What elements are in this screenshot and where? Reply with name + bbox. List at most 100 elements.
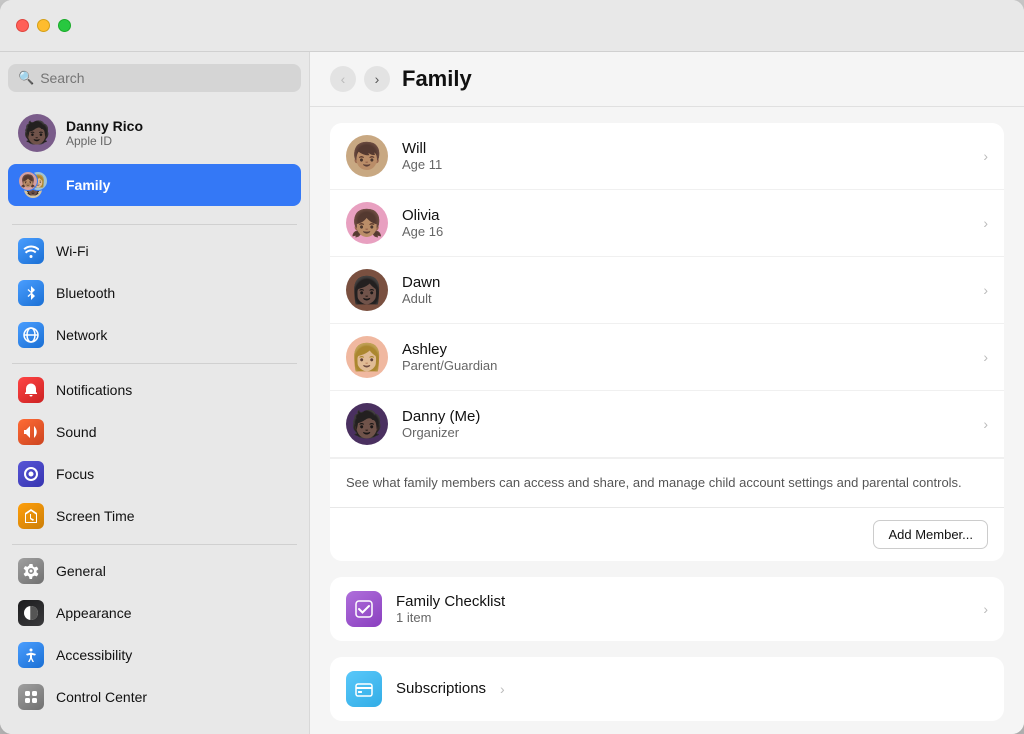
checklist-name: Family Checklist	[396, 593, 969, 610]
accessibility-icon	[18, 642, 44, 668]
member-row-olivia[interactable]: 👧🏽 Olivia Age 16 ›	[330, 190, 1004, 257]
avatar-ashley: 👩🏼	[346, 336, 388, 378]
traffic-lights	[16, 19, 71, 32]
member-info-ashley: Ashley Parent/Guardian	[402, 341, 969, 373]
checklist-card: Family Checklist 1 item ›	[330, 577, 1004, 641]
sidebar-item-label: Screen Time	[56, 508, 135, 524]
user-profile-item[interactable]: 🧑🏿 Danny Rico Apple ID	[8, 106, 301, 160]
screentime-icon	[18, 503, 44, 529]
chevron-icon: ›	[983, 349, 988, 365]
sidebar-item-family[interactable]: 👧🏽 👩🏼 🧑🏿 Family	[8, 164, 301, 206]
focus-icon	[18, 461, 44, 487]
avatar-will: 👦🏽	[346, 135, 388, 177]
subscriptions-icon	[346, 671, 382, 707]
notifications-icon	[18, 377, 44, 403]
sidebar-item-wifi[interactable]: Wi-Fi	[8, 231, 301, 271]
member-role-dawn: Adult	[402, 291, 969, 306]
member-info-dawn: Dawn Adult	[402, 274, 969, 306]
divider-3	[12, 544, 297, 545]
sidebar-item-label: Wi-Fi	[56, 243, 89, 259]
sidebar-item-label: General	[56, 563, 106, 579]
checklist-info: Family Checklist 1 item	[396, 593, 969, 625]
member-row-ashley[interactable]: 👩🏼 Ashley Parent/Guardian ›	[330, 324, 1004, 391]
member-row-will[interactable]: 👦🏽 Will Age 11 ›	[330, 123, 1004, 190]
network-icon	[18, 322, 44, 348]
family-description: See what family members can access and s…	[330, 458, 1004, 507]
sidebar-item-screentime[interactable]: Screen Time	[8, 496, 301, 536]
add-member-row: Add Member...	[330, 507, 1004, 561]
sidebar-item-appearance[interactable]: Appearance	[8, 593, 301, 633]
user-info: Danny Rico Apple ID	[66, 118, 143, 148]
chevron-icon: ›	[983, 416, 988, 432]
member-role-olivia: Age 16	[402, 224, 969, 239]
subscriptions-row[interactable]: Subscriptions ›	[330, 657, 1004, 721]
avatar-danny: 🧑🏿	[346, 403, 388, 445]
member-name-dawn: Dawn	[402, 274, 969, 291]
avatar-emoji: 🧑🏿	[23, 120, 50, 146]
chevron-icon: ›	[983, 148, 988, 164]
member-row-danny[interactable]: 🧑🏿 Danny (Me) Organizer ›	[330, 391, 1004, 458]
family-label: Family	[66, 177, 110, 193]
chevron-icon: ›	[983, 601, 988, 617]
subscriptions-name: Subscriptions	[396, 680, 486, 697]
checklist-icon	[346, 591, 382, 627]
member-role-ashley: Parent/Guardian	[402, 358, 969, 373]
sidebar-item-label: Focus	[56, 466, 94, 482]
member-info-will: Will Age 11	[402, 140, 969, 172]
sidebar-item-label: Network	[56, 327, 107, 343]
member-row-dawn[interactable]: 👩🏿 Dawn Adult ›	[330, 257, 1004, 324]
sidebar-item-sound[interactable]: Sound	[8, 412, 301, 452]
avatar-olivia: 👧🏽	[346, 202, 388, 244]
sidebar-item-label: Notifications	[56, 382, 132, 398]
search-bar[interactable]: 🔍	[8, 64, 301, 92]
sidebar-item-network[interactable]: Network	[8, 315, 301, 355]
member-info-danny: Danny (Me) Organizer	[402, 408, 969, 440]
chevron-icon: ›	[983, 282, 988, 298]
fullscreen-button[interactable]	[58, 19, 71, 32]
member-name-danny: Danny (Me)	[402, 408, 969, 425]
divider-1	[12, 224, 297, 225]
forward-button[interactable]: ›	[364, 66, 390, 92]
add-member-button[interactable]: Add Member...	[873, 520, 988, 549]
wifi-icon	[18, 238, 44, 264]
chevron-icon: ›	[983, 215, 988, 231]
user-name: Danny Rico	[66, 118, 143, 134]
sidebar: 🔍 🧑🏿 Danny Rico Apple ID 👧🏽 👩🏼 🧑🏿	[0, 52, 310, 734]
sidebar-item-label: Control Center	[56, 689, 147, 705]
member-info-olivia: Olivia Age 16	[402, 207, 969, 239]
search-icon: 🔍	[18, 70, 34, 86]
avatar: 🧑🏿	[18, 114, 56, 152]
sidebar-item-general[interactable]: General	[8, 551, 301, 591]
member-name-will: Will	[402, 140, 969, 157]
close-button[interactable]	[16, 19, 29, 32]
sidebar-item-label: Sound	[56, 424, 96, 440]
page-title: Family	[402, 66, 472, 92]
bluetooth-icon	[18, 280, 44, 306]
sidebar-item-bluetooth[interactable]: Bluetooth	[8, 273, 301, 313]
sidebar-item-label: Bluetooth	[56, 285, 115, 301]
main-content: ‹ › Family 👦🏽 Will Age 11 ›	[310, 52, 1024, 734]
appearance-icon	[18, 600, 44, 626]
member-name-olivia: Olivia	[402, 207, 969, 224]
content-area: 🔍 🧑🏿 Danny Rico Apple ID 👧🏽 👩🏼 🧑🏿	[0, 52, 1024, 734]
back-button[interactable]: ‹	[330, 66, 356, 92]
family-avatars: 👧🏽 👩🏼 🧑🏿	[18, 171, 56, 199]
sidebar-item-accessibility[interactable]: Accessibility	[8, 635, 301, 675]
main-body: 👦🏽 Will Age 11 › 👧🏽 Olivia Age 16	[310, 107, 1024, 734]
member-name-ashley: Ashley	[402, 341, 969, 358]
general-icon	[18, 558, 44, 584]
sidebar-item-focus[interactable]: Focus	[8, 454, 301, 494]
avatar-dawn: 👩🏿	[346, 269, 388, 311]
sidebar-item-controlcenter[interactable]: Control Center	[8, 677, 301, 717]
titlebar	[0, 0, 1024, 52]
sidebar-item-label: Accessibility	[56, 647, 132, 663]
sound-icon	[18, 419, 44, 445]
minimize-button[interactable]	[37, 19, 50, 32]
checklist-row[interactable]: Family Checklist 1 item ›	[330, 577, 1004, 641]
sidebar-item-notifications[interactable]: Notifications	[8, 370, 301, 410]
search-input[interactable]	[40, 70, 291, 86]
member-role-danny: Organizer	[402, 425, 969, 440]
controlcenter-icon	[18, 684, 44, 710]
family-avatar-1: 👧🏽	[18, 171, 38, 191]
member-role-will: Age 11	[402, 157, 969, 172]
